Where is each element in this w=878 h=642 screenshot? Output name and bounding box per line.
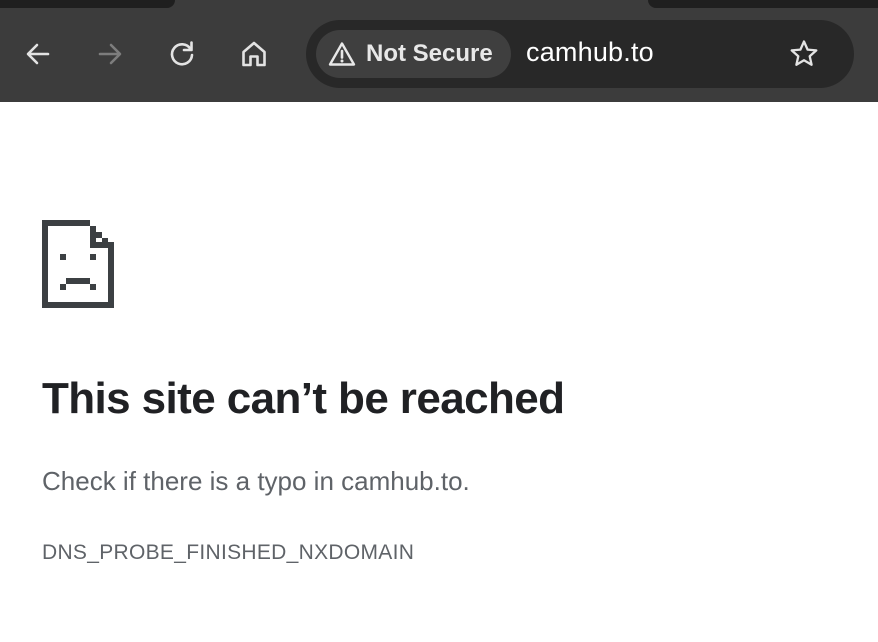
url-text[interactable]: camhub.to [526,37,654,68]
tab-strip-edge-left [0,0,175,8]
error-code: DNS_PROBE_FINISHED_NXDOMAIN [42,541,415,564]
security-label: Not Secure [366,40,493,67]
security-chip[interactable]: Not Secure [316,30,511,78]
arrow-right-icon [98,43,122,65]
arrow-left-icon [26,43,50,65]
reload-icon [170,41,194,66]
back-button[interactable] [20,36,56,72]
error-page: This site can’t be reached Check if ther… [0,102,878,642]
home-button[interactable] [236,36,272,72]
warning-triangle-icon [328,41,356,67]
sad-document-icon [42,220,114,313]
browser-toolbar: Not Secure camhub.to [0,0,878,102]
star-icon [790,40,818,66]
bookmark-button[interactable] [786,36,822,72]
error-suggestion: Check if there is a typo in camhub.to. [42,466,470,496]
address-bar[interactable]: Not Secure camhub.to [306,20,854,88]
reload-button[interactable] [164,36,200,72]
tab-strip-edge-right [648,0,878,8]
home-icon [242,41,266,67]
forward-button[interactable] [92,36,128,72]
error-heading: This site can’t be reached [42,374,565,423]
